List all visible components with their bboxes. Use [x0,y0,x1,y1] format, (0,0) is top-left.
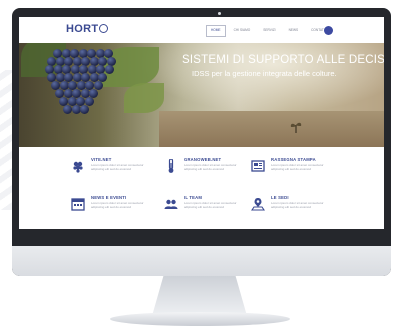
nav-round-button[interactable] [324,26,333,35]
service-text: Lorem ipsum dolor sit amet consectetur a… [184,201,237,209]
service-text: Lorem ipsum dolor sit amet consectetur a… [271,201,324,209]
logo-text: HORT [66,23,99,35]
nav-item-servizi[interactable]: Servizi [258,25,280,37]
vine-leaf-image [124,83,164,113]
webcam [218,12,221,15]
seedling-image [290,122,302,133]
service-le-sedi[interactable]: LE SEDI Lorem ipsum dolor sit amet conse… [251,195,349,225]
nav-item-chi-siamo[interactable]: Chi siamo [229,25,256,37]
service-il-team[interactable]: IL TEAM Lorem ipsum dolor sit amet conse… [164,195,262,225]
hero-title: SISTEMI DI SUPPORTO ALLE DECISIONI [182,54,384,66]
service-vite-net[interactable]: VITE.NET Lorem ipsum dolor sit amet cons… [71,157,169,187]
grape-berry [104,65,114,74]
service-title: NEWS E EVENTI [91,195,127,200]
newspaper-icon [251,160,265,172]
service-text: Lorem ipsum dolor sit amet consectetur a… [91,201,144,209]
service-title: GRANOWEB.NET [184,157,222,162]
hero-subtitle: IDSS per la gestione integrata delle col… [192,69,337,78]
grape-icon [73,161,83,173]
logo-o-icon [99,24,109,33]
service-title: VITE.NET [91,157,112,162]
nav-item-news[interactable]: News [284,25,304,37]
main-nav: Home Chi siamo Servizi News Contatti [206,25,332,37]
hero-banner: SISTEMI DI SUPPORTO ALLE DECISIONI IDSS … [19,43,384,147]
service-text: Lorem ipsum dolor sit amet consectetur a… [271,163,324,171]
location-icon [251,198,265,211]
nav-item-home[interactable]: Home [206,25,226,37]
grape-berry [63,105,72,114]
thermometer-icon [168,159,174,173]
service-title: IL TEAM [184,195,203,200]
service-rassegna-stampa[interactable]: RASSEGNA STAMPA Lorem ipsum dolor sit am… [251,157,349,187]
site-header: HORT Home Chi siamo Servizi News Contatt… [19,17,384,43]
monitor-chin [12,246,391,276]
calendar-icon [71,198,85,211]
grape-berry [80,105,89,114]
service-text: Lorem ipsum dolor sit amet consectetur a… [91,163,144,171]
monitor-stand [152,276,247,316]
services-section: VITE.NET Lorem ipsum dolor sit amet cons… [19,147,384,229]
monitor-base [110,312,290,326]
service-granoweb-net[interactable]: GRANOWEB.NET Lorem ipsum dolor sit amet … [164,157,262,187]
service-text: Lorem ipsum dolor sit amet consectetur a… [184,163,237,171]
team-icon [164,199,178,209]
service-news-e-eventi[interactable]: NEWS E EVENTI Lorem ipsum dolor sit amet… [71,195,169,225]
website-screen: HORT Home Chi siamo Servizi News Contatt… [19,17,384,229]
site-logo[interactable]: HORT [66,23,109,35]
service-title: LE SEDI [271,195,289,200]
hero-ground [159,111,384,147]
service-title: RASSEGNA STAMPA [271,157,316,162]
